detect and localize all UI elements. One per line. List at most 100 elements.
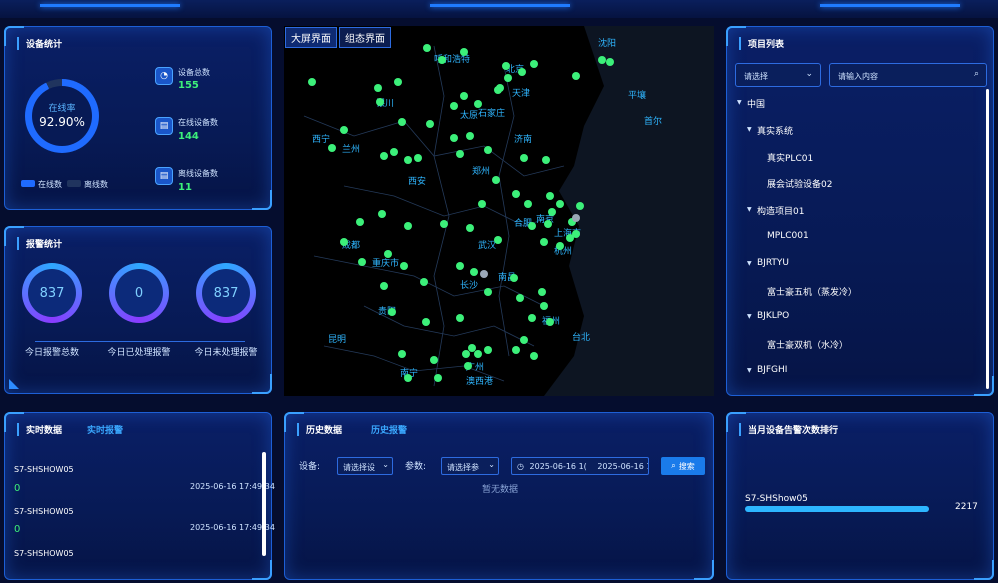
device-point[interactable]: [544, 220, 552, 228]
device-point[interactable]: [400, 262, 408, 270]
device-point[interactable]: [456, 150, 464, 158]
device-point[interactable]: [358, 258, 366, 266]
tree-expand-icon[interactable]: ▼: [747, 206, 752, 213]
device-point[interactable]: [378, 210, 386, 218]
tree-node[interactable]: 展会试验设备02: [767, 177, 832, 190]
device-point[interactable]: [450, 102, 458, 110]
device-point[interactable]: [572, 72, 580, 80]
realtime-scrollbar[interactable]: [262, 452, 266, 556]
device-point[interactable]: [404, 374, 412, 382]
device-point[interactable]: [414, 154, 422, 162]
device-point[interactable]: [492, 176, 500, 184]
device-point[interactable]: [520, 336, 528, 344]
device-point[interactable]: [484, 288, 492, 296]
device-point[interactable]: [374, 84, 382, 92]
param-select[interactable]: 请选择参 ⌄: [441, 457, 499, 475]
device-point[interactable]: [394, 78, 402, 86]
tree-node[interactable]: MPLC001: [767, 231, 809, 241]
tree-node[interactable]: 中国: [747, 97, 765, 110]
device-point[interactable]: [430, 356, 438, 364]
device-point[interactable]: [404, 156, 412, 164]
device-point[interactable]: [538, 288, 546, 296]
device-point[interactable]: [502, 62, 510, 70]
device-point[interactable]: [434, 374, 442, 382]
device-point[interactable]: [380, 152, 388, 160]
tab-realtime-data[interactable]: 实时数据: [17, 423, 62, 436]
search-button[interactable]: ⌕ 搜索: [661, 457, 705, 475]
device-point[interactable]: [528, 314, 536, 322]
tree-expand-icon[interactable]: ▼: [747, 260, 752, 267]
device-point[interactable]: [398, 118, 406, 126]
tree-expand-icon[interactable]: ▼: [747, 126, 752, 133]
device-point[interactable]: [540, 238, 548, 246]
tab-history-data[interactable]: 历史数据: [297, 423, 342, 436]
project-select[interactable]: 请选择 ⌄: [735, 63, 821, 87]
device-point[interactable]: [384, 250, 392, 258]
tree-node[interactable]: 真实PLC01: [767, 151, 813, 164]
device-point[interactable]: [466, 132, 474, 140]
tree-expand-icon[interactable]: ▼: [737, 99, 742, 106]
date-range-picker[interactable]: ◷ 2025-06-16 1( 2025-06-16 1(: [511, 457, 649, 475]
device-point[interactable]: [504, 74, 512, 82]
device-point[interactable]: [340, 126, 348, 134]
device-point[interactable]: [328, 144, 336, 152]
device-point[interactable]: [524, 200, 532, 208]
tree-node[interactable]: BJKLPO: [757, 311, 789, 321]
device-point[interactable]: [308, 78, 316, 86]
device-point[interactable]: [556, 200, 564, 208]
date-start[interactable]: 2025-06-16 1(: [530, 462, 587, 471]
device-point[interactable]: [422, 318, 430, 326]
tree-expand-icon[interactable]: ▼: [747, 367, 752, 374]
device-point[interactable]: [420, 278, 428, 286]
device-point[interactable]: [528, 222, 536, 230]
device-point[interactable]: [376, 98, 384, 106]
device-point[interactable]: [356, 218, 364, 226]
device-point[interactable]: [340, 238, 348, 246]
device-point[interactable]: [556, 242, 564, 250]
device-point[interactable]: [512, 346, 520, 354]
device-point[interactable]: [530, 352, 538, 360]
device-point[interactable]: [470, 268, 478, 276]
device-point[interactable]: [464, 362, 472, 370]
device-point[interactable]: [520, 154, 528, 162]
device-point[interactable]: [388, 308, 396, 316]
device-point[interactable]: [510, 274, 518, 282]
tree-node[interactable]: BJFGHI: [757, 365, 787, 375]
tab-realtime-alarm[interactable]: 实时报警: [87, 423, 123, 436]
device-point[interactable]: [530, 60, 538, 68]
device-point[interactable]: [474, 100, 482, 108]
device-point[interactable]: [494, 236, 502, 244]
device-select[interactable]: 请选择设 ⌄: [337, 457, 393, 475]
tab-config[interactable]: 组态界面: [339, 27, 391, 48]
project-search-input[interactable]: 请输入内容 ⌕: [829, 63, 987, 87]
tree-expand-icon[interactable]: ▼: [747, 313, 752, 320]
device-point[interactable]: [426, 120, 434, 128]
device-point[interactable]: [404, 222, 412, 230]
map-canvas[interactable]: 沈阳呼和浩特北京天津银川太原 石家庄平壤西宁兰州济南首尔郑州西安南京合肥上海市武汉…: [284, 26, 714, 396]
tab-history-alarm[interactable]: 历史报警: [371, 423, 407, 436]
tree-node[interactable]: 真实系统: [757, 124, 793, 137]
device-point[interactable]: [460, 48, 468, 56]
date-end[interactable]: 2025-06-16 1(: [597, 462, 648, 471]
device-point[interactable]: [548, 208, 556, 216]
tree-scrollbar[interactable]: [986, 89, 989, 389]
device-point[interactable]: [518, 68, 526, 76]
device-point[interactable]: [496, 84, 504, 92]
device-point[interactable]: [516, 294, 524, 302]
device-point-offline[interactable]: [572, 214, 580, 222]
china-device-map[interactable]: 沈阳 呼和浩特 北京 天津 银川 太原 石家庄 平壤 西宁 兰州 济南 首尔 郑州 西安 南京 合肥 上海市 武汉…: [284, 26, 714, 396]
device-point[interactable]: [423, 44, 431, 52]
device-point[interactable]: [462, 350, 470, 358]
device-point[interactable]: [460, 92, 468, 100]
device-point[interactable]: [566, 234, 574, 242]
device-point[interactable]: [576, 202, 584, 210]
device-point[interactable]: [474, 350, 482, 358]
device-point[interactable]: [468, 344, 476, 352]
tree-node[interactable]: 构造项目01: [757, 204, 804, 217]
device-point[interactable]: [512, 190, 520, 198]
tab-bigscreen[interactable]: 大屏界面: [285, 27, 337, 48]
device-point[interactable]: [546, 192, 554, 200]
search-icon[interactable]: ⌕: [974, 69, 979, 79]
device-point[interactable]: [466, 224, 474, 232]
device-point[interactable]: [542, 156, 550, 164]
